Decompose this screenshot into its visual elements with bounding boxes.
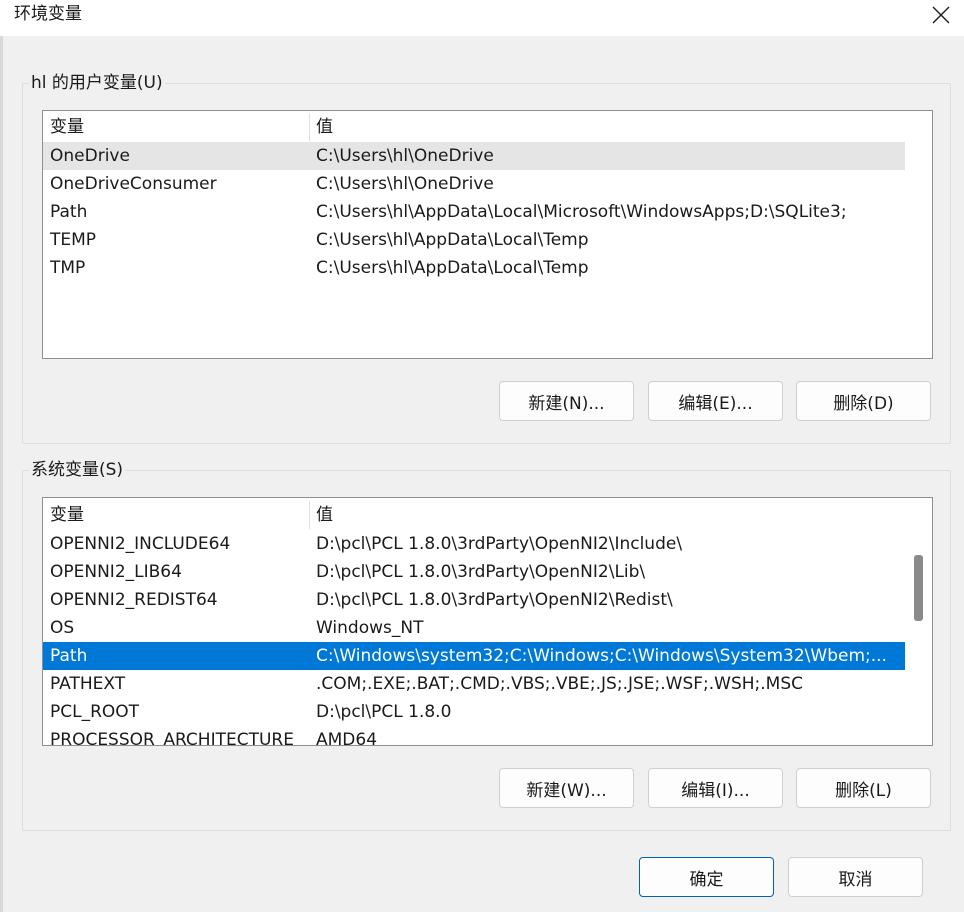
window-edge xyxy=(0,0,3,912)
table-row[interactable]: PROCESSOR_ARCHITECTURE AMD64 xyxy=(43,726,905,746)
user-delete-button[interactable]: 删除(D) xyxy=(796,381,931,421)
close-icon xyxy=(932,6,950,24)
cancel-button[interactable]: 取消 xyxy=(788,857,923,897)
list-header: 变量 值 xyxy=(43,113,905,141)
variable-name: TEMP xyxy=(50,230,97,250)
table-row[interactable]: OPENNI2_LIB64 D:\pcl\PCL 1.8.0\3rdParty\… xyxy=(43,558,905,586)
table-row-selected[interactable]: Path C:\Windows\system32;C:\Windows;C:\W… xyxy=(43,642,905,670)
user-edit-button[interactable]: 编辑(E)... xyxy=(648,381,783,421)
table-row[interactable]: PATHEXT .COM;.EXE;.BAT;.CMD;.VBS;.VBE;.J… xyxy=(43,670,905,698)
close-button[interactable] xyxy=(918,0,964,30)
table-row[interactable]: TEMP C:\Users\hl\AppData\Local\Temp xyxy=(43,226,905,254)
table-row[interactable]: PCL_ROOT D:\pcl\PCL 1.8.0 xyxy=(43,698,905,726)
variable-name: OPENNI2_REDIST64 xyxy=(50,590,218,610)
header-variable[interactable]: 变量 xyxy=(50,113,305,141)
header-variable[interactable]: 变量 xyxy=(50,501,305,529)
table-row[interactable]: OPENNI2_INCLUDE64 D:\pcl\PCL 1.8.0\3rdPa… xyxy=(43,530,905,558)
system-new-button[interactable]: 新建(W)... xyxy=(499,768,634,808)
variable-value: C:\Users\hl\OneDrive xyxy=(316,174,494,194)
variable-value: D:\pcl\PCL 1.8.0 xyxy=(316,702,452,722)
variable-name: PATHEXT xyxy=(50,674,126,694)
variable-value: C:\Users\hl\AppData\Local\Microsoft\Wind… xyxy=(316,202,847,222)
column-divider[interactable] xyxy=(309,501,310,529)
table-row[interactable]: OS Windows_NT xyxy=(43,614,905,642)
environment-variables-dialog: 环境变量 hl 的用户变量(U) 变量 值 OneDrive C:\Users\… xyxy=(0,0,964,912)
table-row[interactable]: OneDrive C:\Users\hl\OneDrive xyxy=(43,142,905,170)
list-header: 变量 值 xyxy=(43,501,905,529)
table-row[interactable]: TMP C:\Users\hl\AppData\Local\Temp xyxy=(43,254,905,282)
variable-value: D:\pcl\PCL 1.8.0\3rdParty\OpenNI2\Includ… xyxy=(316,534,683,554)
variable-name: OneDriveConsumer xyxy=(50,174,217,194)
variable-value: AMD64 xyxy=(316,730,378,746)
variable-value: C:\Users\hl\AppData\Local\Temp xyxy=(316,230,589,250)
header-value[interactable]: 值 xyxy=(316,501,906,529)
table-row[interactable]: Path C:\Users\hl\AppData\Local\Microsoft… xyxy=(43,198,905,226)
variable-name: OPENNI2_INCLUDE64 xyxy=(50,534,231,554)
column-divider[interactable] xyxy=(309,113,310,141)
system-variables-label: 系统变量(S) xyxy=(29,459,126,481)
system-delete-button[interactable]: 删除(L) xyxy=(796,768,931,808)
variable-value: C:\Users\hl\OneDrive xyxy=(316,146,494,166)
variable-name: TMP xyxy=(50,258,86,278)
variable-value: .COM;.EXE;.BAT;.CMD;.VBS;.VBE;.JS;.JSE;.… xyxy=(316,674,804,694)
variable-name: PROCESSOR_ARCHITECTURE xyxy=(50,730,294,746)
user-variables-list[interactable]: 变量 值 OneDrive C:\Users\hl\OneDrive OneDr… xyxy=(42,110,933,359)
variable-name: PCL_ROOT xyxy=(50,702,140,722)
variable-name: OneDrive xyxy=(50,146,130,166)
variable-name: OS xyxy=(50,618,75,638)
variable-name: Path xyxy=(50,646,88,666)
variable-name: Path xyxy=(50,202,88,222)
variable-name: OPENNI2_LIB64 xyxy=(50,562,182,582)
vertical-scrollbar-thumb[interactable] xyxy=(914,555,923,621)
variable-value: C:\Windows\system32;C:\Windows;C:\Window… xyxy=(316,646,887,666)
header-value[interactable]: 值 xyxy=(316,113,906,141)
table-row[interactable]: OneDriveConsumer C:\Users\hl\OneDrive xyxy=(43,170,905,198)
ok-button[interactable]: 确定 xyxy=(639,857,774,897)
variable-value: C:\Users\hl\AppData\Local\Temp xyxy=(316,258,589,278)
system-variables-list[interactable]: 变量 值 OPENNI2_INCLUDE64 D:\pcl\PCL 1.8.0\… xyxy=(42,497,933,746)
window-title: 环境变量 xyxy=(14,4,82,24)
system-edit-button[interactable]: 编辑(I)... xyxy=(648,768,783,808)
user-variables-label: hl 的用户变量(U) xyxy=(29,72,165,94)
variable-value: Windows_NT xyxy=(316,618,424,638)
user-new-button[interactable]: 新建(N)... xyxy=(499,381,634,421)
title-bar: 环境变量 xyxy=(0,0,964,36)
variable-value: D:\pcl\PCL 1.8.0\3rdParty\OpenNI2\Redist… xyxy=(316,590,673,610)
variable-value: D:\pcl\PCL 1.8.0\3rdParty\OpenNI2\Lib\ xyxy=(316,562,646,582)
table-row[interactable]: OPENNI2_REDIST64 D:\pcl\PCL 1.8.0\3rdPar… xyxy=(43,586,905,614)
